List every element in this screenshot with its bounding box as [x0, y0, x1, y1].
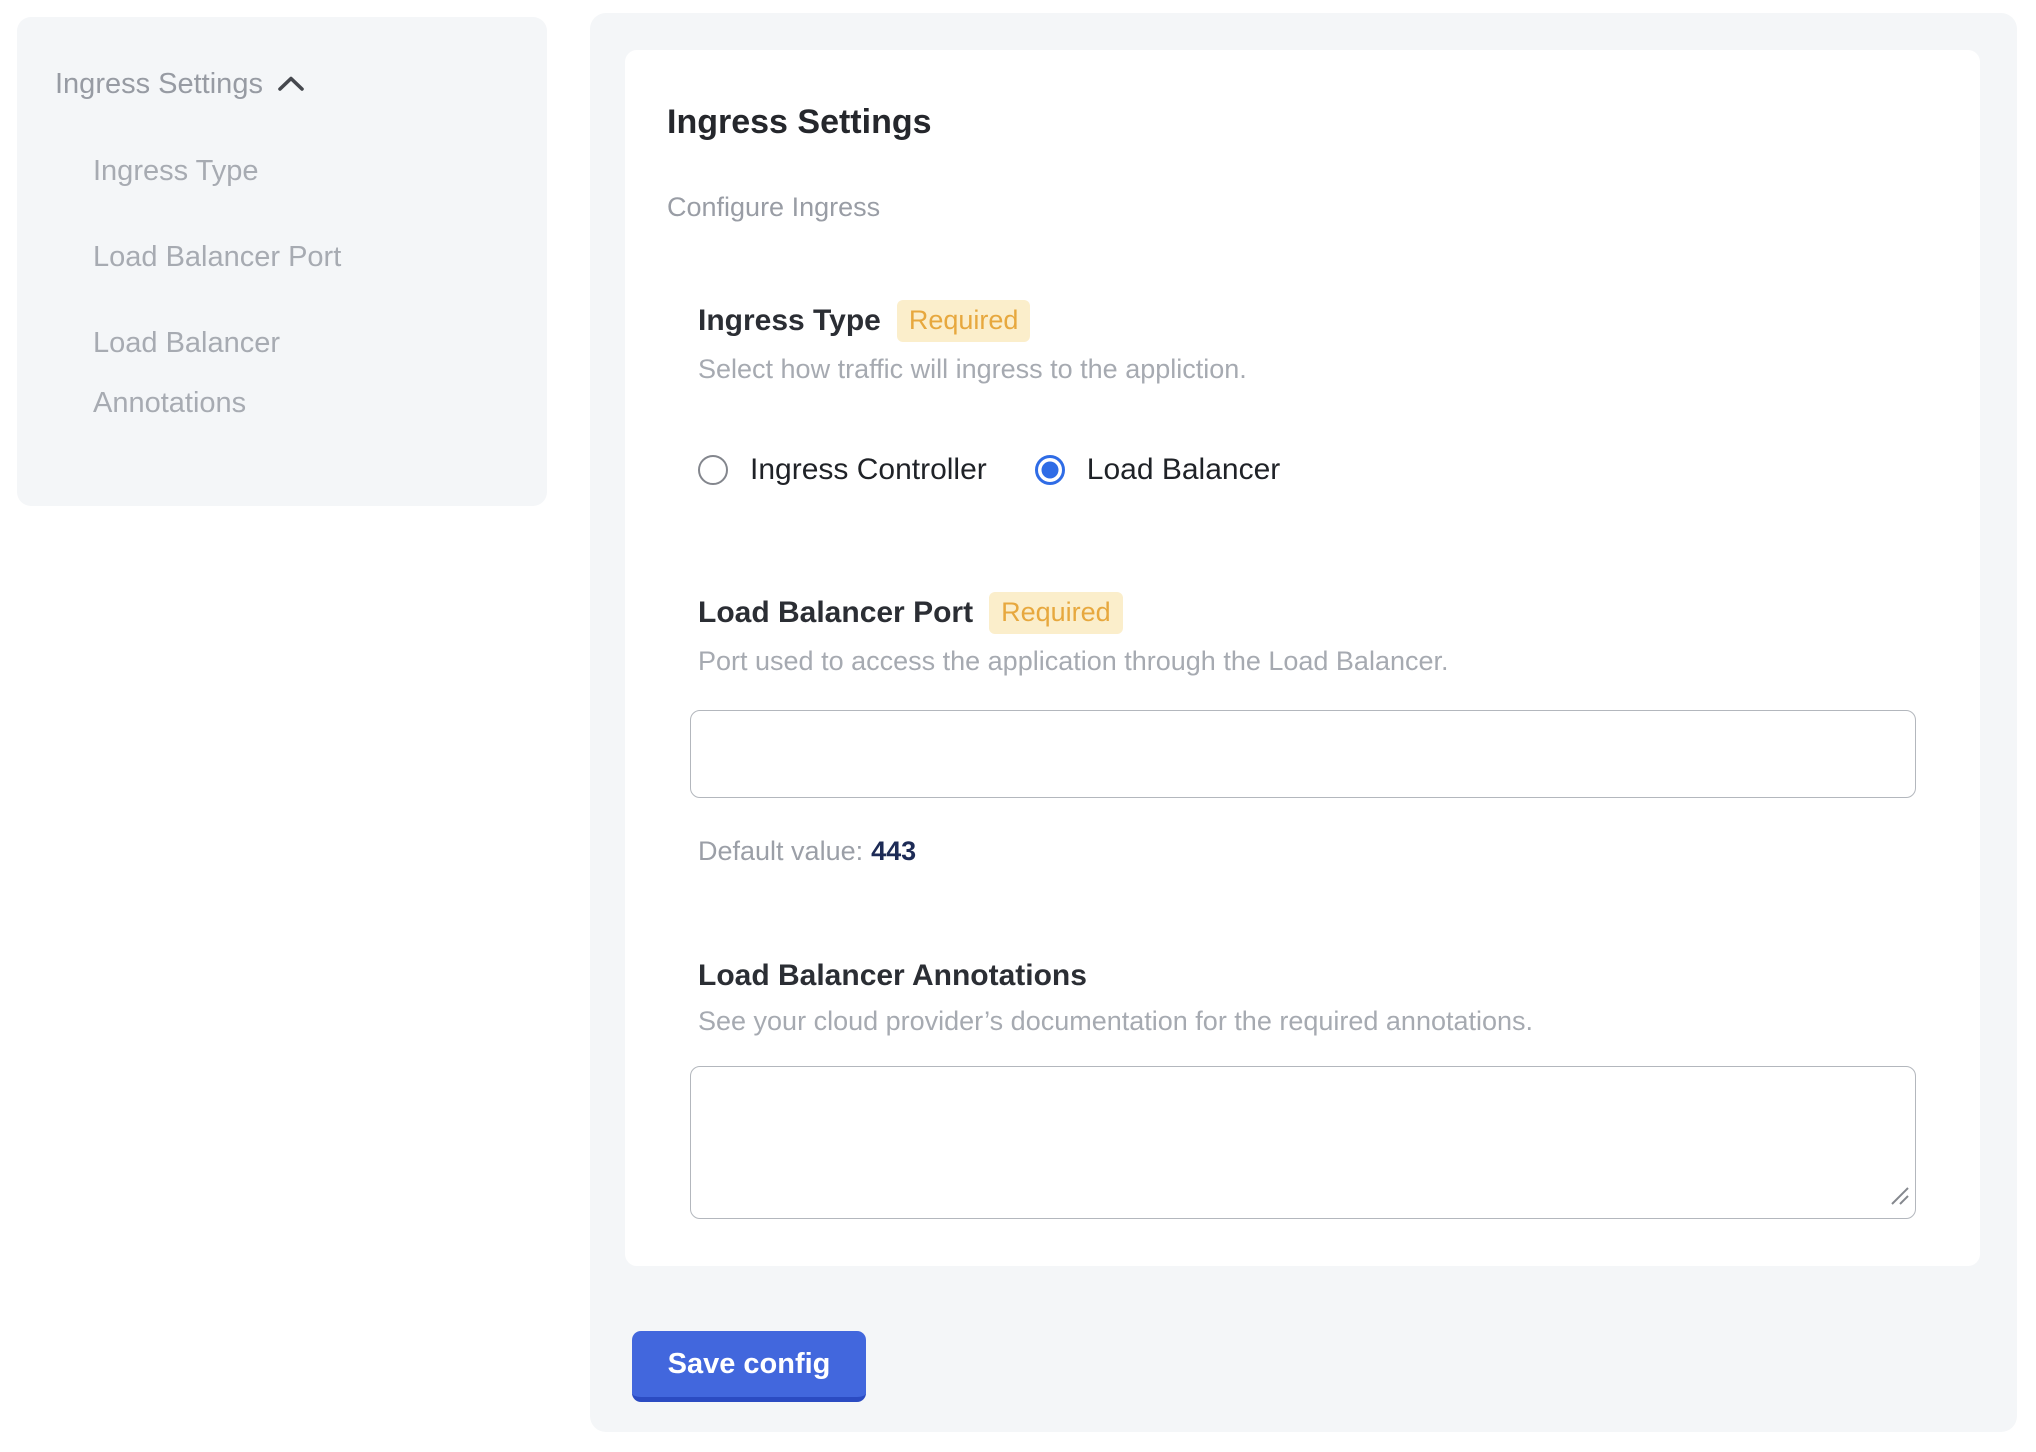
page-subtitle: Configure Ingress — [667, 191, 1980, 223]
load-balancer-port-description: Port used to access the application thro… — [698, 645, 1980, 677]
radio-ingress-controller-label: Ingress Controller — [750, 452, 987, 488]
textarea-resize-handle-icon[interactable] — [1889, 1185, 1911, 1212]
radio-checked-icon[interactable] — [1035, 455, 1065, 485]
sidebar-item-load-balancer-annotations[interactable]: Load Balancer Annotations — [93, 313, 393, 433]
load-balancer-annotations-heading: Load Balancer Annotations — [698, 958, 1087, 994]
default-value-row: Default value: 443 — [698, 835, 1980, 867]
radio-unchecked-icon[interactable] — [698, 455, 728, 485]
sidebar-ingress-settings-label: Ingress Settings — [55, 67, 263, 101]
chevron-up-icon — [277, 75, 305, 93]
default-value-number: 443 — [871, 836, 916, 866]
main-content-panel: Ingress Settings Configure Ingress Ingre… — [590, 13, 2017, 1432]
ingress-type-description: Select how traffic will ingress to the a… — [698, 353, 1980, 385]
load-balancer-port-input[interactable] — [690, 710, 1916, 798]
ingress-settings-card: Ingress Settings Configure Ingress Ingre… — [625, 50, 1980, 1266]
section-load-balancer-annotations: Load Balancer Annotations See your cloud… — [698, 958, 1980, 1219]
load-balancer-port-heading: Load Balancer Port — [698, 595, 973, 631]
sidebar-item-load-balancer-port[interactable]: Load Balancer Port — [93, 227, 393, 287]
required-badge: Required — [989, 592, 1123, 634]
default-value-label: Default value: — [698, 836, 863, 866]
ingress-type-heading: Ingress Type — [698, 303, 881, 339]
radio-load-balancer[interactable]: Load Balancer — [1035, 452, 1280, 488]
sidebar-item-ingress-settings[interactable]: Ingress Settings — [55, 67, 517, 101]
settings-sidebar: Ingress Settings Ingress Type Load Balan… — [17, 17, 547, 506]
load-balancer-annotations-description: See your cloud provider’s documentation … — [698, 1005, 1980, 1037]
sidebar-item-ingress-type[interactable]: Ingress Type — [93, 141, 393, 201]
save-config-button[interactable]: Save config — [632, 1331, 866, 1402]
load-balancer-annotations-textarea[interactable] — [690, 1066, 1916, 1219]
annotations-textarea-wrap — [690, 1066, 1916, 1219]
page-title: Ingress Settings — [667, 102, 1980, 142]
radio-load-balancer-label: Load Balancer — [1087, 452, 1280, 488]
sidebar-sub-list: Ingress Type Load Balancer Port Load Bal… — [93, 141, 517, 433]
ingress-type-radio-group: Ingress Controller Load Balancer — [698, 452, 1980, 488]
radio-ingress-controller[interactable]: Ingress Controller — [698, 452, 987, 488]
section-ingress-type: Ingress Type Required Select how traffic… — [698, 300, 1980, 488]
section-load-balancer-port: Load Balancer Port Required Port used to… — [698, 592, 1980, 867]
required-badge: Required — [897, 300, 1031, 342]
